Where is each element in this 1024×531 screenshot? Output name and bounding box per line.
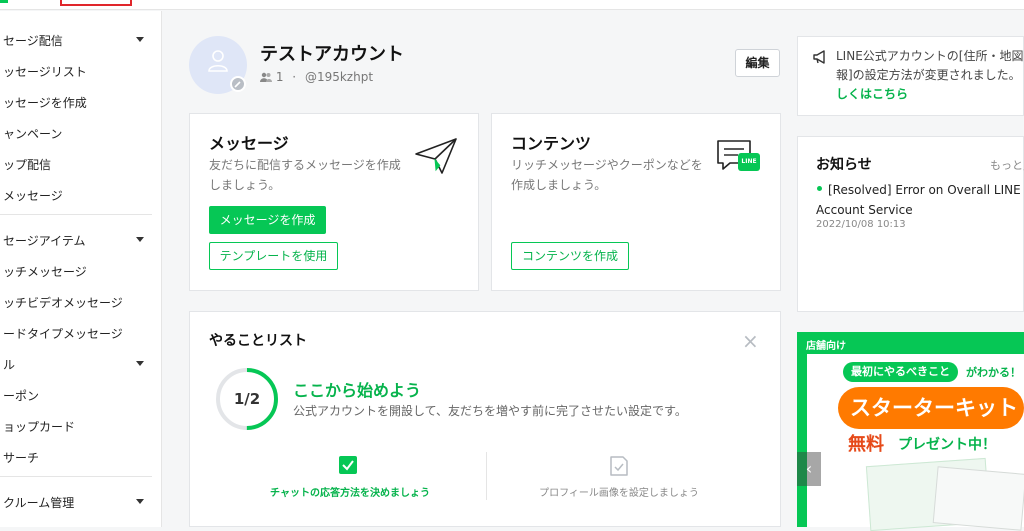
sidebar-group-chatroom-management[interactable]: クルーム管理	[0, 487, 161, 517]
edit-photo-icon[interactable]	[230, 76, 246, 92]
brand-accent-mark	[0, 0, 8, 3]
meta-separator: ·	[292, 70, 297, 84]
avatar[interactable]	[189, 36, 247, 94]
sidebar-group-label: クルーム管理	[3, 496, 75, 510]
highlight-frame	[60, 0, 132, 6]
close-icon[interactable]: ×	[742, 329, 759, 353]
sidebar-item-label: サーチ	[3, 451, 40, 465]
sidebar-group-message-delivery[interactable]: セージ配信	[0, 25, 161, 55]
checked-task-icon[interactable]	[339, 456, 357, 474]
line-badge: LINE	[738, 153, 760, 171]
todo-description: 公式アカウントを開設して、友だちを増やす前に完了させたい設定です。	[293, 404, 687, 418]
promo-free-suffix: プレゼント中！	[898, 437, 996, 453]
task-label-chat-response[interactable]: チャットの応答方法を決めましょう	[270, 484, 430, 499]
sidebar-item-label: ョップカード	[3, 420, 76, 434]
sidebar-item-label: ッセージリスト	[3, 65, 87, 79]
announcement-text: LINE公式アカウントの[住所・地図 報]の設定方法が変更されました。	[836, 47, 1024, 85]
news-item-date: 2022/10/08 10:13	[816, 219, 906, 230]
progress-label: 1/2	[233, 390, 261, 408]
announcement-line: 報]の設定方法が変更されました。	[836, 68, 1021, 82]
sidebar-item-label: ーポン	[3, 389, 40, 403]
caret-down-icon	[136, 361, 144, 366]
content-card-title: コンテンツ	[511, 134, 592, 153]
sidebar-item-label: メッセージ	[3, 189, 63, 203]
follower-count: 1	[275, 70, 284, 84]
sidebar-group-label: セージアイテム	[3, 234, 86, 248]
sidebar-item-coupon[interactable]: ーポン	[0, 380, 161, 410]
person-icon	[208, 50, 228, 72]
sidebar-item-rich-video-message[interactable]: ッチビデオメッセージ	[0, 287, 161, 317]
account-name: テストアカウント	[260, 44, 404, 65]
news-item-line: Account Service	[816, 203, 913, 217]
sidebar-item-create-message[interactable]: ッセージを作成	[0, 87, 161, 117]
sidebar-item-label: ードタイプメッセージ	[3, 327, 123, 341]
desc-line: リッチメッセージやクーポンなどを	[511, 158, 703, 172]
sidebar-item-step-delivery[interactable]: ップ配信	[0, 149, 161, 179]
account-id: @195kzhpt	[304, 70, 374, 84]
news-more-link[interactable]: もっと見	[990, 157, 1024, 173]
sidebar-group-label: セージ配信	[3, 34, 63, 48]
sidebar-item-card-type-message[interactable]: ードタイプメッセージ	[0, 318, 161, 348]
carousel-prev-button[interactable]: ‹	[797, 452, 821, 486]
sidebar-item-label: ップ配信	[3, 158, 52, 172]
news-item-line: [Resolved] Error on Overall LINE Offic	[828, 183, 1024, 197]
todo-heading: ここから始めよう	[293, 381, 422, 400]
promo-free: 無料	[848, 434, 884, 455]
sidebar-group-message-items[interactable]: セージアイテム	[0, 225, 161, 255]
message-card-description: 友だちに配信するメッセージを作成 しましょう。	[209, 155, 401, 195]
task-label-profile-image[interactable]: プロフィール画像を設定しましょう	[539, 484, 699, 499]
promo-headline: スターターキット	[838, 387, 1024, 429]
sidebar-group-label: ル	[3, 358, 16, 372]
megaphone-icon	[813, 50, 825, 64]
sidebar-item-greeting-message[interactable]: メッセージ	[0, 180, 161, 210]
use-template-button[interactable]: テンプレートを使用	[209, 242, 338, 270]
desc-line: 作成しましょう。	[511, 178, 607, 192]
message-card-title: メッセージ	[209, 134, 289, 153]
chat-bubble-icon: LINE	[716, 139, 762, 177]
sidebar-item-shop-card[interactable]: ョップカード	[0, 411, 161, 441]
content-card-description: リッチメッセージやクーポンなどを 作成しましょう。	[511, 155, 703, 195]
promo-pill: 最初にやるべきこと	[843, 362, 958, 382]
announcement-link[interactable]: しくはこちら	[836, 85, 908, 102]
sidebar-item-campaign[interactable]: ャンペーン	[0, 118, 161, 148]
caret-down-icon	[136, 499, 144, 504]
sidebar: セージ配信 ッセージリスト ッセージを作成 ャンペーン ップ配信 メッセージ セ…	[0, 11, 162, 527]
sidebar-divider	[0, 476, 152, 477]
edit-button[interactable]: 編集	[735, 49, 780, 77]
desc-line: 友だちに配信するメッセージを作成	[209, 158, 401, 172]
todo-title: やることリスト	[209, 333, 307, 349]
create-content-button[interactable]: コンテンツを作成	[511, 242, 629, 270]
task-divider	[486, 452, 487, 500]
news-title: お知らせ	[816, 157, 872, 173]
sidebar-item-label: ッセージを作成	[3, 96, 87, 110]
document-check-icon	[610, 456, 628, 476]
account-meta: 1 · @195kzhpt	[260, 70, 373, 84]
create-message-button[interactable]: メッセージを作成	[209, 206, 326, 234]
news-item[interactable]: [Resolved] Error on Overall LINE Offic A…	[816, 180, 1024, 220]
caret-down-icon	[136, 37, 144, 42]
sidebar-divider	[0, 214, 152, 215]
sidebar-item-rich-message[interactable]: ッチメッセージ	[0, 256, 161, 286]
desc-line: しましょう。	[209, 178, 281, 192]
top-bar	[0, 0, 1024, 10]
sidebar-item-label: ッチビデオメッセージ	[3, 296, 123, 310]
announcement-line: LINE公式アカウントの[住所・地図	[836, 49, 1024, 63]
sidebar-item-message-list[interactable]: ッセージリスト	[0, 56, 161, 86]
followers-icon	[260, 72, 272, 82]
promo-document-image	[932, 466, 1024, 531]
promo-tag: 店舗向け	[806, 341, 846, 352]
promo-pill-suffix: がわかる！	[966, 366, 1021, 379]
paper-plane-icon	[415, 138, 457, 174]
sidebar-group-tools[interactable]: ル	[0, 349, 161, 379]
sidebar-item-research[interactable]: サーチ	[0, 442, 161, 472]
caret-down-icon	[136, 237, 144, 242]
sidebar-item-label: ャンペーン	[3, 127, 63, 141]
sidebar-item-label: ッチメッセージ	[3, 265, 87, 279]
